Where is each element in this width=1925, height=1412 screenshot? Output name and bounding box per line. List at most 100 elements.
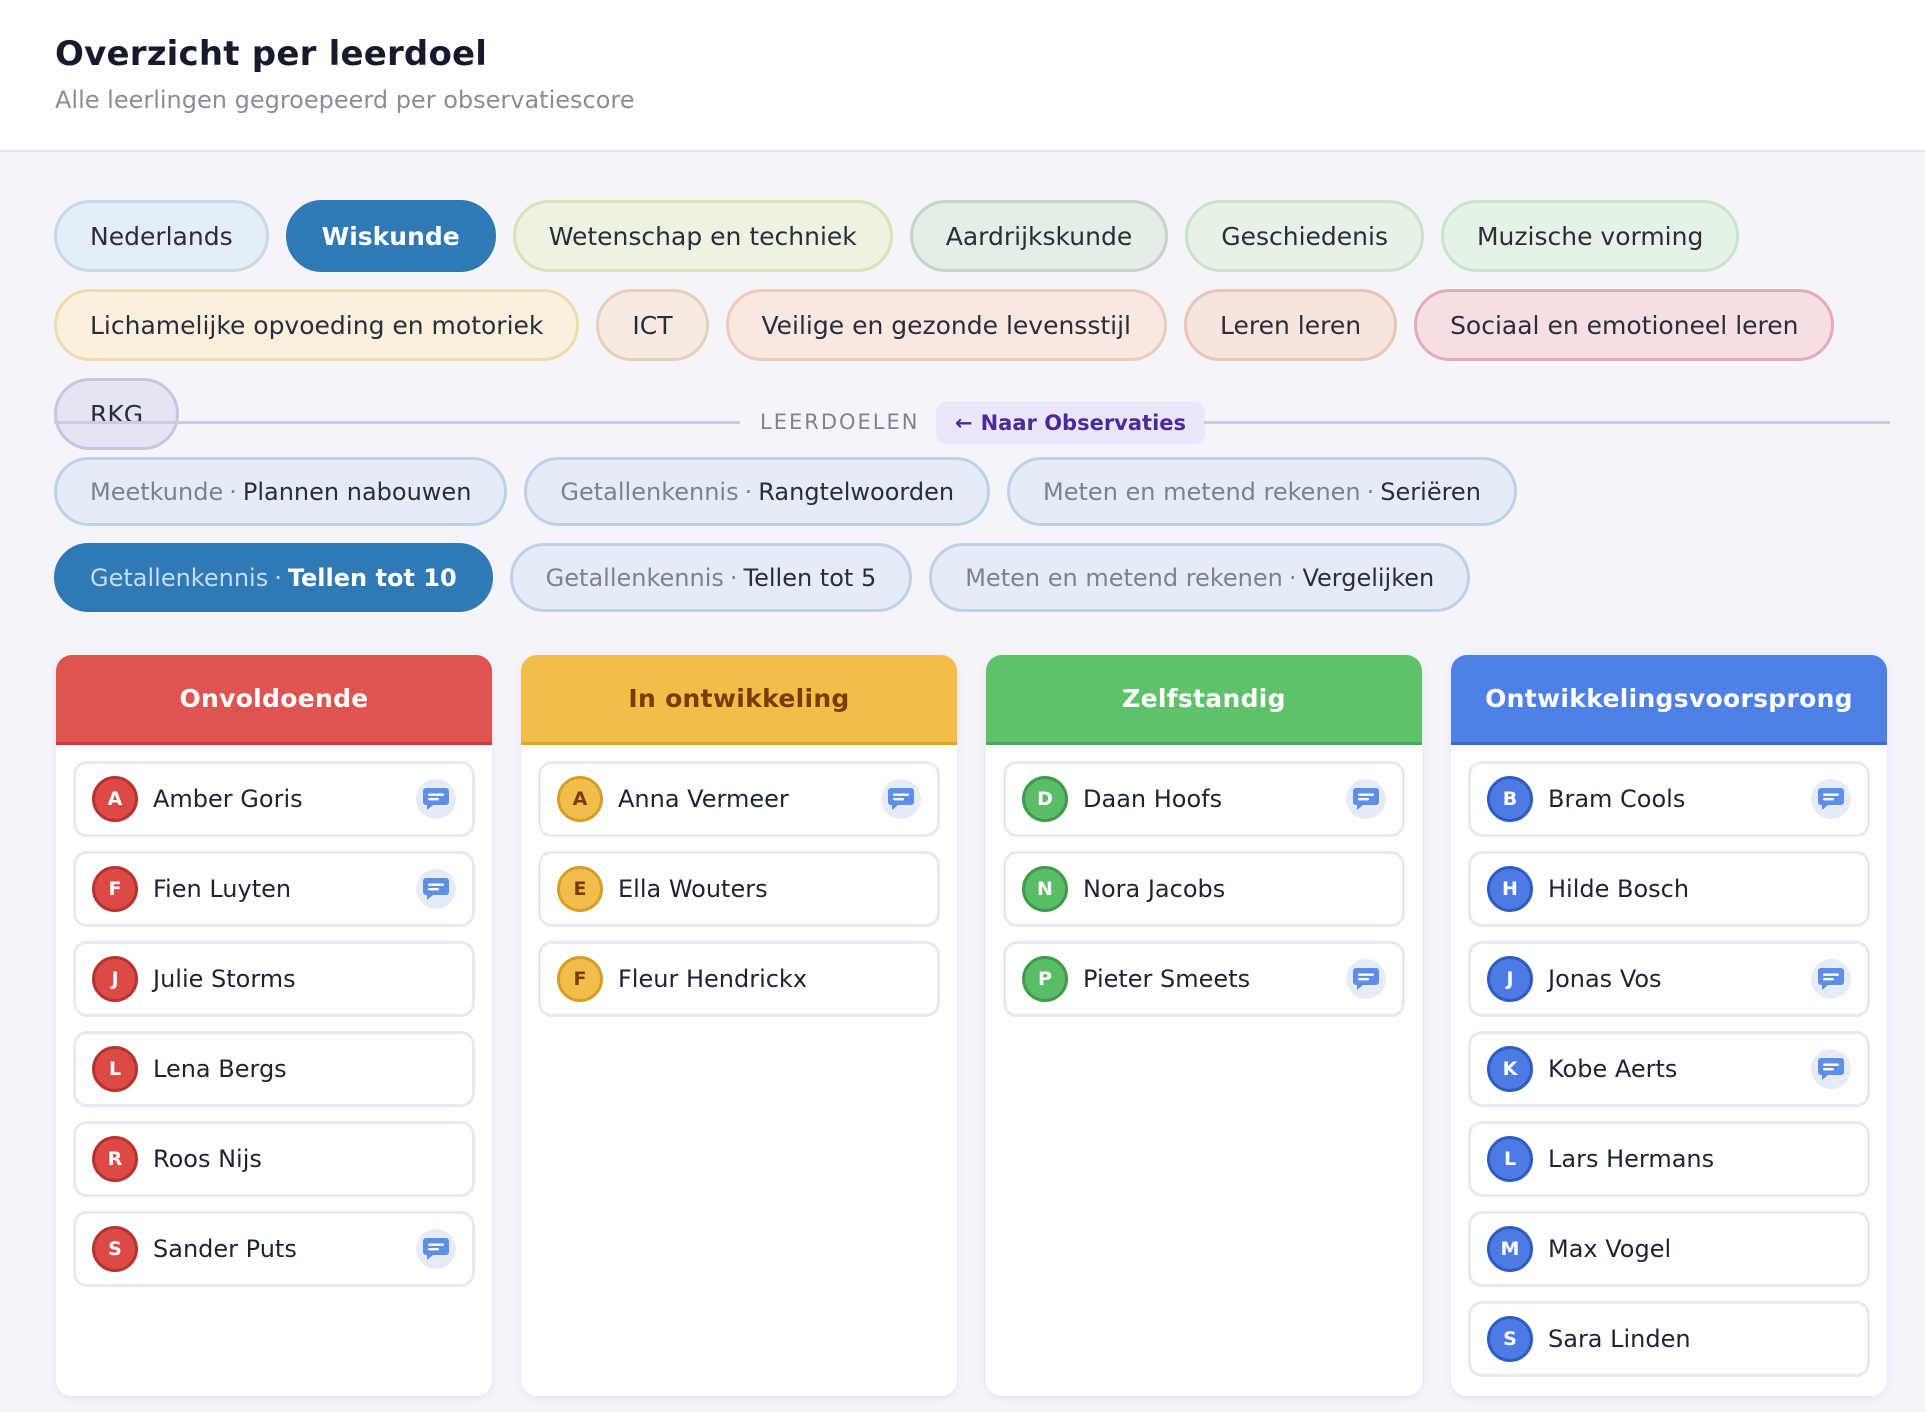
student-card[interactable]: J Jonas Vos: [1468, 941, 1870, 1017]
student-card[interactable]: A Amber Goris: [73, 761, 475, 837]
avatar: J: [92, 956, 138, 1002]
goal-chip-vergelijken[interactable]: Meten en metend rekenen · Vergelijken: [929, 543, 1471, 612]
student-name: Lars Hermans: [1548, 1145, 1715, 1173]
goals-caption: LEERDOELEN: [760, 410, 920, 434]
subject-chip-geschiedenis[interactable]: Geschiedenis: [1185, 200, 1424, 272]
goal-chip-tellen-tot-10[interactable]: Getallenkennis · Tellen tot 10: [54, 543, 493, 612]
student-list: A Amber Goris F Fien Luyten J Julie Storms L Le…: [56, 745, 492, 1287]
student-card[interactable]: B Bram Cools: [1468, 761, 1870, 837]
avatar: E: [557, 866, 603, 912]
student-card[interactable]: H Hilde Bosch: [1468, 851, 1870, 927]
goal-domain: Meetkunde: [90, 477, 224, 506]
student-card[interactable]: S Sander Puts: [73, 1211, 475, 1287]
subject-chip-aardrijkskunde[interactable]: Aardrijkskunde: [909, 200, 1169, 272]
comment-icon[interactable]: [416, 779, 456, 819]
column-ontwikkelingsvoorsprong: Ontwikkelingsvoorsprong B Bram Cools H Hilde…: [1451, 655, 1887, 1396]
comment-icon[interactable]: [416, 869, 456, 909]
subject-chip-wiskunde[interactable]: Wiskunde: [285, 200, 496, 272]
subject-chip-wetenschap-en-techniek[interactable]: Wetenschap en techniek: [512, 200, 893, 272]
goal-separator: ·: [1288, 563, 1297, 592]
student-card[interactable]: F Fleur Hendrickx: [538, 941, 940, 1017]
goal-name: Rangtelwoorden: [758, 477, 955, 506]
goal-chip-tellen-tot-5[interactable]: Getallenkennis · Tellen tot 5: [509, 543, 913, 612]
goal-separator: ·: [729, 563, 738, 592]
comment-icon[interactable]: [1811, 1049, 1851, 1089]
comment-icon[interactable]: [1811, 959, 1851, 999]
student-name: Lena Bergs: [153, 1055, 287, 1083]
subject-chip-sociaal-en-emotioneel-leren[interactable]: Sociaal en emotioneel leren: [1414, 289, 1835, 361]
avatar: H: [1487, 866, 1533, 912]
column-header: In ontwikkeling: [521, 655, 957, 745]
avatar: M: [1487, 1226, 1533, 1272]
student-name: Fien Luyten: [153, 875, 292, 903]
subject-chip-veilige-en-gezonde-levensstijl[interactable]: Veilige en gezonde levensstijl: [725, 289, 1167, 361]
goal-domain: Getallenkennis: [560, 477, 739, 506]
comment-icon[interactable]: [416, 1229, 456, 1269]
avatar: A: [557, 776, 603, 822]
avatar: L: [1487, 1136, 1533, 1182]
subject-chip-lichamelijke-opvoeding-en-motoriek[interactable]: Lichamelijke opvoeding en motoriek: [54, 289, 580, 361]
student-name: Max Vogel: [1548, 1235, 1672, 1263]
comment-icon[interactable]: [1346, 779, 1386, 819]
goal-name: Tellen tot 5: [743, 563, 877, 592]
student-card[interactable]: N Nora Jacobs: [1003, 851, 1405, 927]
student-name: Sander Puts: [153, 1235, 297, 1263]
back-to-observations-button[interactable]: ← Naar Observaties: [936, 402, 1206, 444]
goal-name: Vergelijken: [1302, 563, 1435, 592]
student-name: Jonas Vos: [1548, 965, 1662, 993]
student-name: Fleur Hendrickx: [618, 965, 808, 993]
student-card[interactable]: D Daan Hoofs: [1003, 761, 1405, 837]
goal-filter-bar: Meetkunde · Plannen nabouwen Getallenkennis…: [54, 457, 1894, 612]
goal-name: Plannen nabouwen: [242, 477, 472, 506]
avatar: F: [557, 956, 603, 1002]
comment-icon[interactable]: [881, 779, 921, 819]
page-header: Overzicht per leerdoel Alle leerlingen g…: [0, 0, 1925, 152]
avatar: K: [1487, 1046, 1533, 1092]
student-card[interactable]: A Anna Vermeer: [538, 761, 940, 837]
subject-chip-muzische-vorming[interactable]: Muzische vorming: [1440, 200, 1740, 272]
column-zelfstandig: Zelfstandig D Daan Hoofs N Nora Jacobs P Piete…: [986, 655, 1422, 1396]
student-card[interactable]: L Lena Bergs: [73, 1031, 475, 1107]
student-card[interactable]: S Sara Linden: [1468, 1301, 1870, 1377]
subject-chip-leren-leren[interactable]: Leren leren: [1184, 289, 1398, 361]
avatar: N: [1022, 866, 1068, 912]
student-name: Pieter Smeets: [1083, 965, 1251, 993]
student-card[interactable]: F Fien Luyten: [73, 851, 475, 927]
divider-line-left: [54, 421, 740, 424]
avatar: F: [92, 866, 138, 912]
column-in-ontwikkeling: In ontwikkeling A Anna Vermeer E Ella Wouter…: [521, 655, 957, 1396]
student-card[interactable]: R Roos Nijs: [73, 1121, 475, 1197]
student-card[interactable]: P Pieter Smeets: [1003, 941, 1405, 1017]
subject-chip-nederlands[interactable]: Nederlands: [54, 200, 269, 272]
comment-icon[interactable]: [1811, 779, 1851, 819]
divider-line-right: [1204, 421, 1890, 424]
avatar: S: [92, 1226, 138, 1272]
student-name: Daan Hoofs: [1083, 785, 1223, 813]
goal-chip-rangtelwoorden[interactable]: Getallenkennis · Rangtelwoorden: [524, 457, 991, 526]
goal-separator: ·: [229, 477, 237, 506]
subject-chip-ict[interactable]: ICT: [596, 289, 709, 361]
student-name: Nora Jacobs: [1083, 875, 1226, 903]
student-card[interactable]: K Kobe Aerts: [1468, 1031, 1870, 1107]
avatar: J: [1487, 956, 1533, 1002]
student-card[interactable]: L Lars Hermans: [1468, 1121, 1870, 1197]
goal-chip-serieren[interactable]: Meten en metend rekenen · Seriëren: [1007, 457, 1517, 526]
goal-domain: Getallenkennis: [545, 563, 724, 592]
goal-separator: ·: [274, 563, 282, 592]
goal-chip-plannen-nabouwen[interactable]: Meetkunde · Plannen nabouwen: [54, 457, 508, 526]
student-name: Julie Storms: [153, 965, 296, 993]
goal-domain: Getallenkennis: [90, 563, 269, 592]
goal-name: Tellen tot 10: [287, 563, 457, 592]
student-name: Kobe Aerts: [1548, 1055, 1678, 1083]
column-header: Ontwikkelingsvoorsprong: [1451, 655, 1887, 745]
comment-icon[interactable]: [1346, 959, 1386, 999]
student-card[interactable]: E Ella Wouters: [538, 851, 940, 927]
column-header: Onvoldoende: [56, 655, 492, 745]
student-card[interactable]: J Julie Storms: [73, 941, 475, 1017]
avatar: B: [1487, 776, 1533, 822]
student-card[interactable]: M Max Vogel: [1468, 1211, 1870, 1287]
arrow-left-icon: ←: [955, 411, 973, 435]
goal-domain: Meten en metend rekenen: [965, 563, 1283, 592]
back-to-observations-label: Naar Observaties: [980, 411, 1187, 435]
avatar: A: [92, 776, 138, 822]
